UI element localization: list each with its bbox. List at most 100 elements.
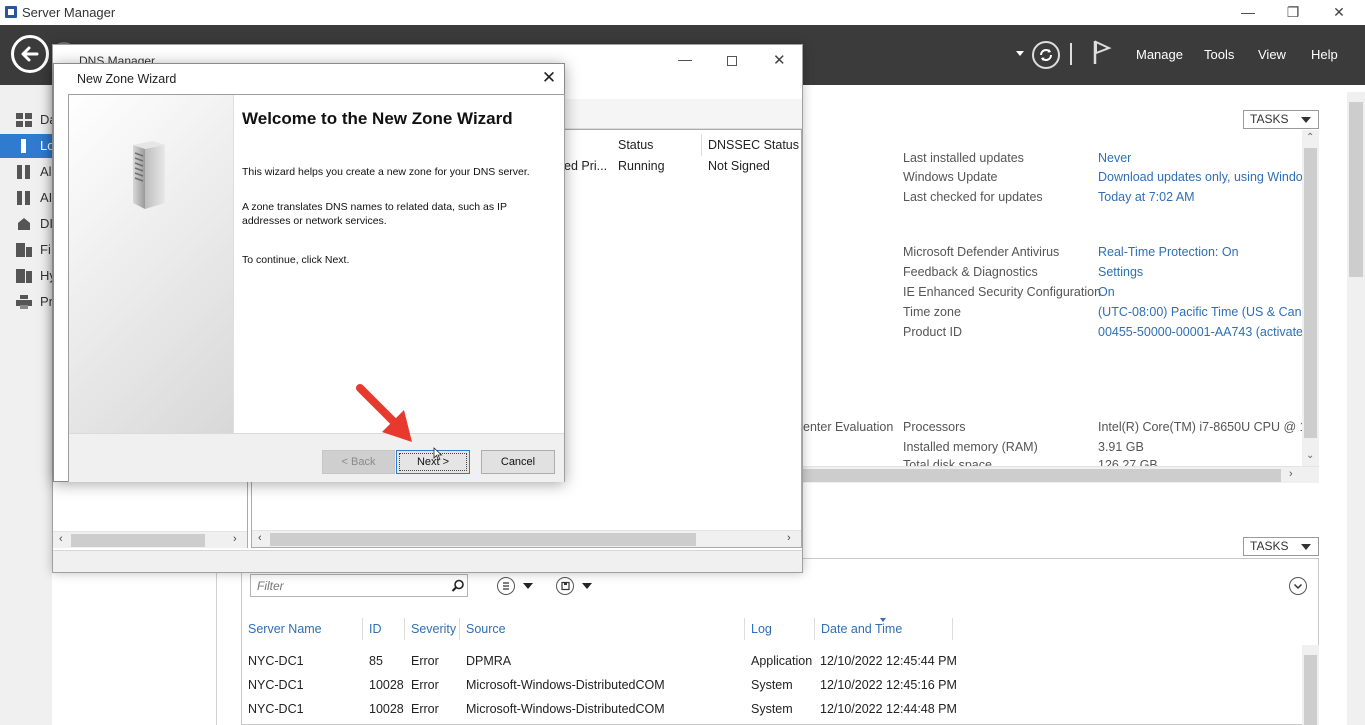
- nav-item-local-server[interactable]: Lo: [0, 134, 54, 158]
- cell-source: DPMRA: [466, 654, 512, 668]
- col-header-id[interactable]: ID: [369, 622, 382, 636]
- prop-link-last-checked[interactable]: Today at 7:02 AM: [1098, 190, 1195, 204]
- tree-horizontal-scrollbar[interactable]: ‹ ›: [53, 531, 247, 548]
- nav-item-hyper-v[interactable]: Hy: [0, 264, 56, 288]
- scrollbar-thumb[interactable]: [803, 469, 1281, 482]
- all-servers-icon: [16, 165, 32, 179]
- col-header-dnssec[interactable]: DNSSEC Status: [708, 138, 799, 152]
- minimize-button[interactable]: —: [1225, 2, 1271, 24]
- menu-help[interactable]: Help: [1311, 47, 1338, 62]
- properties-panel: Last installed updates Never Windows Upd…: [803, 140, 1303, 466]
- cell-log: Application: [751, 654, 813, 668]
- wizard-button-bar: < Back Next > Cancel: [69, 433, 564, 482]
- list-options-dropdown-icon[interactable]: [523, 583, 533, 589]
- scroll-right-icon[interactable]: ›: [233, 533, 237, 545]
- menu-manage[interactable]: Manage: [1136, 47, 1183, 62]
- events-filter-input[interactable]: [255, 577, 445, 595]
- maximize-button[interactable]: ❐: [1270, 2, 1316, 24]
- dashboard-icon: [16, 113, 32, 127]
- prop-link-feedback[interactable]: Settings: [1098, 265, 1143, 279]
- col-header-date-time[interactable]: Date and Time: [821, 622, 902, 636]
- scrollbar-thumb[interactable]: [1304, 655, 1317, 725]
- col-header-status[interactable]: Status: [618, 138, 653, 152]
- menu-view[interactable]: View: [1258, 47, 1286, 62]
- nav-item-dashboard[interactable]: Da: [0, 108, 57, 132]
- scrollbar-thumb[interactable]: [71, 534, 205, 547]
- cancel-button[interactable]: Cancel: [481, 450, 555, 474]
- prop-link-ie-esc[interactable]: On: [1098, 285, 1115, 299]
- scroll-down-icon[interactable]: ⌄: [1306, 450, 1314, 461]
- col-header-server-name[interactable]: Server Name: [248, 622, 322, 636]
- tasks-label: TASKS: [1250, 112, 1289, 126]
- column-separator: [952, 618, 953, 640]
- refresh-button[interactable]: [1032, 41, 1060, 69]
- server-manager-titlebar: Server Manager — ❐ ✕: [0, 0, 1365, 25]
- scroll-left-icon[interactable]: ‹: [258, 532, 262, 544]
- column-separator: [814, 618, 815, 640]
- scroll-up-icon[interactable]: ⌃: [1306, 132, 1314, 143]
- prop-value: 126.27 GB: [1098, 458, 1158, 466]
- scroll-right-icon[interactable]: ›: [1289, 468, 1293, 480]
- close-button[interactable]: ✕: [1316, 2, 1362, 24]
- scrollbar-thumb[interactable]: [1349, 102, 1363, 277]
- cell-log: System: [751, 678, 793, 692]
- nav-label: Al: [40, 164, 52, 179]
- properties-tasks-button[interactable]: TASKS: [1243, 110, 1319, 129]
- prop-label: Total disk space: [903, 458, 992, 466]
- nav-item-dns[interactable]: DI: [0, 212, 53, 236]
- nav-item-all-servers[interactable]: Al: [0, 160, 52, 184]
- dns-minimize-button[interactable]: —: [678, 51, 692, 67]
- prop-link-product-id[interactable]: 00455-50000-00001-AA743 (activated): [1098, 325, 1303, 339]
- dns-maximize-button[interactable]: [727, 56, 737, 66]
- ad-ds-icon: [16, 191, 32, 205]
- prop-label: Feedback & Diagnostics: [903, 265, 1038, 279]
- prop-label: Installed memory (RAM): [903, 440, 1038, 454]
- navigation-dropdown-icon[interactable]: [1016, 51, 1024, 56]
- properties-vertical-scrollbar[interactable]: ⌃ ⌄: [1302, 130, 1319, 466]
- scroll-right-icon[interactable]: ›: [787, 532, 791, 544]
- prop-link-last-installed[interactable]: Never: [1098, 151, 1131, 165]
- wizard-body: Welcome to the New Zone Wizard This wiza…: [68, 94, 565, 482]
- properties-horizontal-scrollbar[interactable]: ›: [803, 466, 1319, 483]
- prop-link-defender[interactable]: Real-Time Protection: On: [1098, 245, 1239, 259]
- file-services-icon: [16, 243, 32, 257]
- nav-item-file-services[interactable]: Fi: [0, 238, 52, 262]
- main-vertical-scrollbar[interactable]: [1347, 92, 1365, 725]
- list-horizontal-scrollbar[interactable]: ‹ ›: [252, 530, 801, 547]
- cell-id: 10028: [369, 702, 404, 716]
- events-filter-box[interactable]: [250, 574, 468, 597]
- nav-item-print-services[interactable]: Pr: [0, 290, 53, 314]
- cell-severity: Error: [411, 654, 439, 668]
- wizard-close-button[interactable]: ✕: [540, 69, 558, 87]
- content-divider: [216, 572, 217, 725]
- prop-link-windows-update[interactable]: Download updates only, using Window: [1098, 170, 1303, 184]
- header-separator: [1070, 43, 1072, 65]
- scrollbar-thumb[interactable]: [1304, 148, 1317, 438]
- column-separator: [459, 618, 460, 640]
- col-header-source[interactable]: Source: [466, 622, 506, 636]
- events-tasks-button[interactable]: TASKS: [1243, 537, 1319, 556]
- expand-panel-icon[interactable]: [1289, 577, 1307, 595]
- events-vertical-scrollbar[interactable]: [1302, 645, 1319, 725]
- col-header-log[interactable]: Log: [751, 622, 772, 636]
- new-zone-wizard-dialog: New Zone Wizard ✕ Welcome to the New Zon…: [53, 63, 565, 482]
- prop-link-time-zone[interactable]: (UTC-08:00) Pacific Time (US & Canada: [1098, 305, 1303, 319]
- notifications-flag-icon[interactable]: [1092, 39, 1112, 68]
- back-button[interactable]: < Back: [322, 450, 395, 474]
- column-separator: [701, 134, 702, 156]
- nav-label: AI: [40, 190, 53, 205]
- menu-tools[interactable]: Tools: [1204, 47, 1234, 62]
- prop-label: Windows Update: [903, 170, 998, 184]
- save-query-icon[interactable]: [556, 577, 574, 595]
- cell-server: NYC-DC1: [248, 702, 304, 716]
- save-query-dropdown-icon[interactable]: [582, 583, 592, 589]
- list-options-icon[interactable]: [497, 577, 515, 595]
- cell-id: 10028: [369, 678, 404, 692]
- back-button[interactable]: [11, 35, 49, 73]
- col-header-severity[interactable]: Severity: [411, 622, 456, 636]
- scroll-left-icon[interactable]: ‹: [59, 533, 63, 545]
- dns-close-button[interactable]: ✕: [773, 51, 786, 69]
- nav-item-ad-ds[interactable]: AI: [0, 186, 52, 210]
- search-icon[interactable]: [451, 579, 465, 593]
- scrollbar-thumb[interactable]: [270, 533, 696, 546]
